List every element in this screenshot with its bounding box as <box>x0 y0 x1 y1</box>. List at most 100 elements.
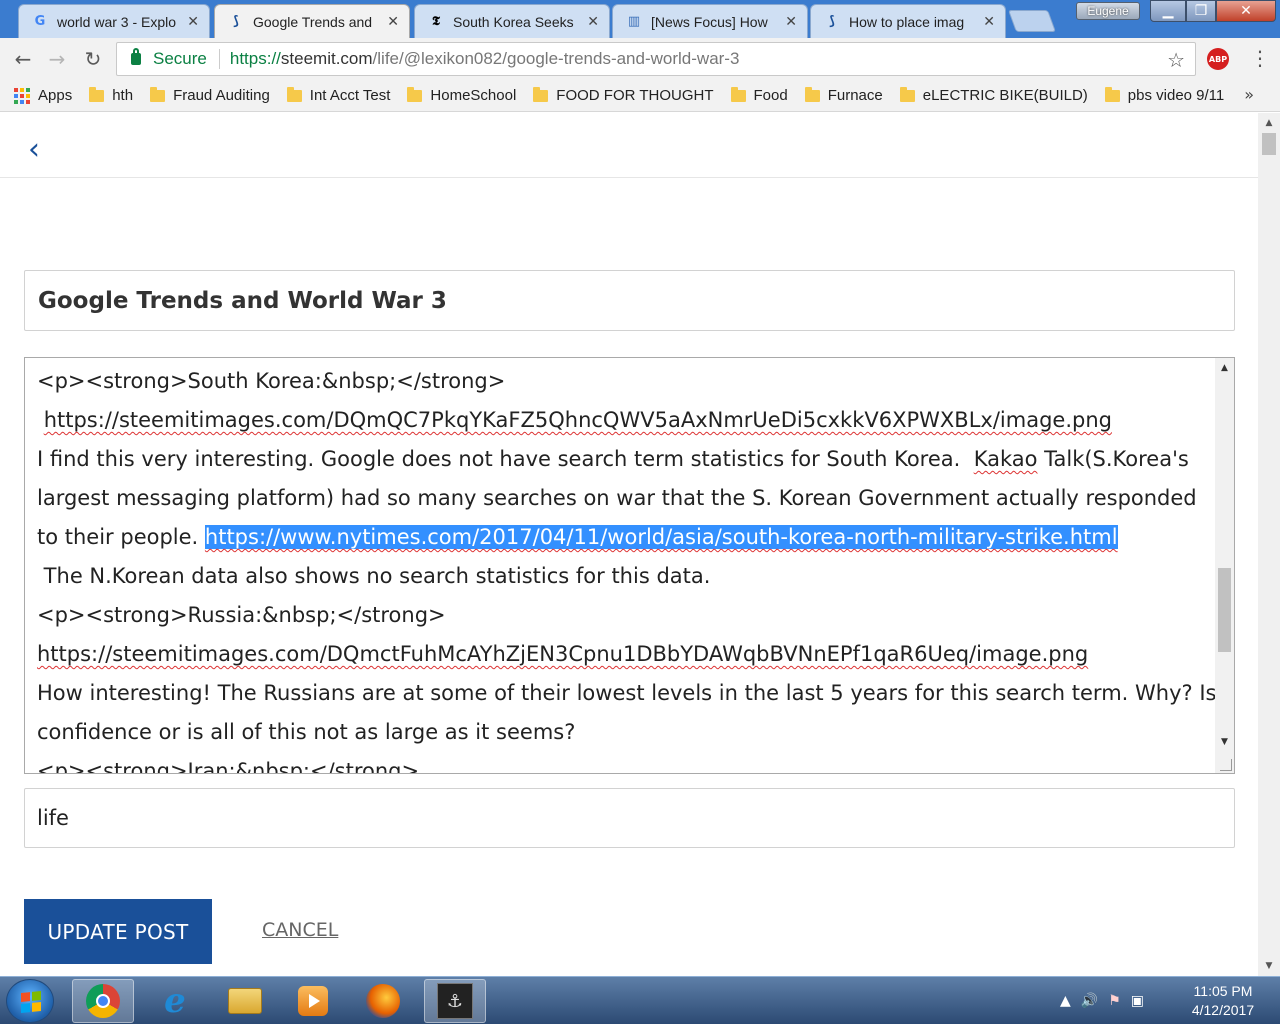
scroll-up-icon[interactable]: ▲ <box>1258 115 1280 131</box>
close-icon[interactable]: ✕ <box>785 14 797 30</box>
browser-menu-icon[interactable]: ⋮ <box>1250 46 1270 70</box>
close-icon[interactable]: ✕ <box>983 14 995 30</box>
folder-icon <box>804 86 820 102</box>
google-icon: G <box>34 14 46 29</box>
clock-time: 11:05 PM <box>1193 983 1253 999</box>
folder-icon <box>533 86 549 102</box>
system-tray: ▲ 🔊 ⚑ ▣ <box>1060 983 1144 1019</box>
taskbar-chrome[interactable] <box>72 979 134 1023</box>
reload-icon: ↻ <box>84 47 102 71</box>
bookmark-food-for-thought[interactable]: FOOD FOR THOUGHT <box>533 86 714 104</box>
security-label: Secure <box>153 49 207 68</box>
post-body-textarea[interactable]: <p><strong>South Korea:&nbsp;</strong> h… <box>24 357 1235 774</box>
post-title-input[interactable]: Google Trends and World War 3 <box>24 270 1235 331</box>
window-close-button[interactable]: ✕ <box>1216 0 1276 22</box>
bookmark-fraud-auditing[interactable]: Fraud Auditing <box>150 86 270 104</box>
network-error-icon[interactable]: ⚑ <box>1108 993 1121 1009</box>
scroll-up-icon[interactable]: ▲ <box>1215 360 1234 377</box>
bookmark-label: hth <box>112 87 134 104</box>
bookmark-label: Apps <box>38 87 73 104</box>
system-clock[interactable]: 11:05 PM 4/12/2017 <box>1180 982 1266 1020</box>
bookmark-food[interactable]: Food <box>730 86 788 104</box>
bookmark-furnace[interactable]: Furnace <box>804 86 883 104</box>
folder-icon <box>1104 86 1120 102</box>
bookmark-hth[interactable]: hth <box>89 86 134 104</box>
cancel-link[interactable]: CANCEL <box>262 919 338 941</box>
chevron-left-icon[interactable]: ‹ <box>28 135 52 165</box>
url-path: /life/@lexikon082/google-trends-and-worl… <box>372 49 740 68</box>
back-button[interactable]: ← <box>10 46 36 72</box>
folder-icon <box>407 86 423 102</box>
show-hidden-icons-icon[interactable]: ▲ <box>1060 993 1071 1009</box>
url-text[interactable]: https://steemit.com/life/@lexikon082/goo… <box>230 49 740 69</box>
body-line: How interesting! The Russians are at som… <box>37 681 1235 705</box>
tags-input[interactable]: life <box>24 788 1235 848</box>
bookmark-star-icon[interactable]: ☆ <box>1167 48 1185 72</box>
bookmark-int-acct-test[interactable]: Int Acct Test <box>286 86 391 104</box>
steemit-icon: ⟆ <box>829 14 835 29</box>
close-icon[interactable]: ✕ <box>387 14 399 30</box>
bookmark-pbs-video[interactable]: pbs video 9/11 <box>1104 86 1224 104</box>
scroll-down-icon[interactable]: ▼ <box>1258 958 1280 974</box>
body-line: largest messaging platform) had so many … <box>37 486 1197 510</box>
close-icon[interactable]: ✕ <box>187 14 199 30</box>
body-line: https://steemitimages.com/DQmQC7PkqYKaFZ… <box>37 401 1207 440</box>
profile-badge[interactable]: Eugene <box>1076 2 1140 20</box>
tab-title: Google Trends and <box>253 13 373 30</box>
minimize-button[interactable]: ▁ <box>1150 0 1186 22</box>
close-icon: ✕ <box>1240 3 1252 19</box>
taskbar-internet-explorer[interactable]: e <box>144 979 206 1023</box>
body-line: https://steemitimages.com/DQmctFuhMcAYhZ… <box>37 635 1207 674</box>
apps-grid-icon <box>14 87 30 104</box>
reload-button[interactable]: ↻ <box>80 46 106 72</box>
windows-logo-icon <box>21 990 41 1014</box>
resize-grip-icon[interactable] <box>1220 759 1232 771</box>
tab-news-focus[interactable]: ▥ [News Focus] How ✕ <box>612 4 808 38</box>
taskbar-firefox[interactable] <box>352 979 414 1023</box>
more-bookmarks-icon[interactable]: » <box>1244 85 1254 104</box>
bookmark-label: FOOD FOR THOUGHT <box>556 87 714 104</box>
new-tab-button[interactable] <box>1007 10 1057 32</box>
taskbar-media-player[interactable] <box>282 979 344 1023</box>
bookmark-electric-bike[interactable]: eLECTRIC BIKE(BUILD) <box>899 86 1088 104</box>
adblock-plus-icon[interactable]: ABP <box>1207 48 1229 70</box>
clock-date: 4/12/2017 <box>1191 1002 1255 1018</box>
tab-title: How to place imag <box>849 13 965 30</box>
tab-world-war-3[interactable]: G world war 3 - Explo ✕ <box>18 4 210 38</box>
volume-icon[interactable]: 🔊 <box>1081 993 1098 1009</box>
tab-how-to-place-image[interactable]: ⟆ How to place imag ✕ <box>810 4 1006 38</box>
maximize-button[interactable]: ❐ <box>1186 0 1216 22</box>
nytimes-icon: 𝕿 <box>432 14 440 29</box>
bookmark-homeschool[interactable]: HomeSchool <box>407 86 517 104</box>
tab-title: [News Focus] How <box>651 13 768 30</box>
bookmark-label: HomeSchool <box>430 87 517 104</box>
browser-tab-strip: G world war 3 - Explo ✕ ⟆ Google Trends … <box>0 0 1280 38</box>
restore-icon: ❐ <box>1194 3 1208 19</box>
close-icon[interactable]: ✕ <box>587 14 599 30</box>
tab-south-korea-seeks[interactable]: 𝕿 South Korea Seeks ✕ <box>414 4 610 38</box>
scrollbar-thumb[interactable] <box>1218 568 1231 652</box>
network-icon[interactable]: ▣ <box>1131 993 1144 1009</box>
selected-url-text: https://www.nytimes.com/2017/04/11/world… <box>204 525 1118 549</box>
taskbar-file-explorer[interactable] <box>214 979 276 1023</box>
bookmark-label: Int Acct Test <box>309 87 391 104</box>
body-line: <p><strong>Iran:&nbsp;</strong> <box>37 759 420 774</box>
tab-google-trends[interactable]: ⟆ Google Trends and ✕ <box>214 4 410 38</box>
scrollbar-thumb[interactable] <box>1262 133 1276 155</box>
body-line: The N.Korean data also shows no search s… <box>37 564 711 588</box>
body-line: I find this very interesting. Google doe… <box>37 440 1207 479</box>
body-line: <p><strong>South Korea:&nbsp;</strong> <box>37 369 506 393</box>
update-post-button[interactable]: UPDATE POST <box>24 899 212 964</box>
address-bar[interactable]: Secure https://steemit.com/life/@lexikon… <box>116 42 1196 76</box>
start-button[interactable] <box>6 979 54 1023</box>
news-icon: ▥ <box>627 14 641 29</box>
tab-title: world war 3 - Explo <box>57 13 177 30</box>
file-explorer-icon <box>228 988 262 1014</box>
bookmark-apps[interactable]: Apps <box>14 87 72 104</box>
textarea-scrollbar[interactable]: ▲ ▼ <box>1215 358 1234 773</box>
page-scrollbar[interactable]: ▲ ▼ <box>1258 113 1280 976</box>
taskbar-world-of-warships[interactable]: ⚓ <box>424 979 486 1023</box>
world-of-warships-icon: ⚓ <box>437 983 473 1019</box>
scroll-down-icon[interactable]: ▼ <box>1215 734 1234 751</box>
forward-button[interactable]: → <box>44 46 70 72</box>
